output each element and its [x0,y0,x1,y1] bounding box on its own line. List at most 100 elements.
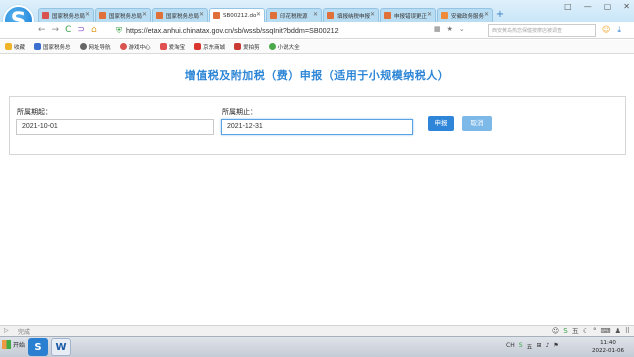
bookmark-label: 收藏 [14,44,26,51]
forward-icon[interactable]: → [52,25,60,35]
tax-bureau-icon [34,43,42,50]
url-field[interactable]: ⛨ https://etax.anhui.chinatax.gov.cn/sb/… [116,24,416,37]
tab-close-icon[interactable]: ✕ [370,11,375,18]
tab-favicon-icon [441,12,448,19]
home-icon[interactable]: ⌂ [91,25,97,35]
close-icon[interactable]: ✕ [623,2,630,11]
aipai-icon [234,43,242,50]
clock-date: 2022-01-06 [592,348,624,354]
tab-close-icon[interactable]: ✕ [256,11,261,18]
cancel-button[interactable]: 取消 [462,116,492,131]
tab-close-icon[interactable]: ✕ [85,11,90,18]
period-end-input[interactable]: 2021-12-31 [221,119,413,135]
bookmark-label: 京东商城 [203,44,226,51]
bookmark-label: 游戏中心 [128,44,151,51]
tab-label: 国家税务总局 [166,13,200,20]
apps-icon[interactable]: ⠿ [625,327,630,335]
undo-icon[interactable]: ⊃ [77,25,85,35]
bookmark-novels[interactable]: 小说大全 [268,43,300,51]
star-icon[interactable]: ★ [447,25,453,33]
novel-icon [268,43,276,50]
nav-buttons: ← → C ⊃ ⌂ [38,25,97,35]
tab-4-active[interactable]: SB00212.do ✕ [209,8,265,22]
shield-icon[interactable]: ☺ [552,327,559,335]
bookmark-taobao[interactable]: 爱淘宝 [159,43,185,51]
tab-7[interactable]: 申报错误更正 ✕ [380,8,436,22]
page-title: 增值税及附加税（费）申报（适用于小规模纳税人） [184,69,450,82]
smiley-icon[interactable]: ☺ [602,25,610,35]
period-start-input[interactable]: 2021-10-01 [16,119,214,135]
grid-icon[interactable]: ▦ [434,25,441,33]
tab-favicon-icon [270,12,277,19]
page-content: 增值税及附加税（费）申报（适用于小规模纳税人） 所属期起： 2021-10-01… [0,55,634,325]
tab-3[interactable]: 国家税务总局 ✕ [152,8,208,22]
extra-tools: ☺ ⤓ [602,25,621,35]
word-app-icon: W [55,341,67,353]
tab-favicon-icon [99,12,106,19]
bookmark-favorites[interactable]: 收藏 [5,43,25,51]
tray-browser-icon[interactable]: S [519,342,523,351]
taobao-icon [159,43,167,50]
new-tab-button[interactable]: + [494,8,506,22]
start-label: 开始 [13,342,26,349]
search-placeholder: 西安黄岛热恋保健按摩店被调查 [492,28,563,34]
bookmark-label: 爱拍剪 [243,44,260,51]
sidebar-toggle-icon[interactable]: ▷ [4,327,9,334]
skin-icon[interactable]: □ [564,2,572,11]
status-bar: ▷ 完成 ☺ S 五 ☾ ° ⌨ ♟ ⠿ [0,325,634,336]
game-icon [119,43,127,50]
status-text: 完成 [18,329,31,336]
tab-close-icon[interactable]: ✕ [427,11,432,18]
tab-close-icon[interactable]: ✕ [484,11,489,18]
minimize-icon[interactable]: — [584,2,592,11]
tab-8[interactable]: 安徽政务服务 ✕ [437,8,493,22]
search-input[interactable]: 西安黄岛热恋保健按摩店被调查 [488,24,596,37]
tab-label: SB00212.do [223,12,257,19]
star-icon [5,43,12,50]
back-icon[interactable]: ← [38,25,46,35]
bookmark-aipai[interactable]: 爱拍剪 [234,43,260,51]
url-tools: ▦ ★ ⌄ [434,25,465,33]
tab-close-icon[interactable]: ✕ [199,11,204,18]
tab-1[interactable]: 国家税务总局 ✕ [38,8,94,22]
tab-label: 填报纳税申报 [337,13,371,20]
tab-close-icon[interactable]: ✕ [313,11,318,18]
logo-icon[interactable]: S [563,327,567,335]
moon-icon[interactable]: ☾ [583,327,589,335]
bookmark-games[interactable]: 游戏中心 [119,43,151,51]
user-icon[interactable]: ♟ [615,327,621,335]
bookmark-navigation[interactable]: 网址导航 [79,43,111,51]
window-controls: □ — ▢ ✕ [564,2,630,11]
tray-ch-icon[interactable]: CH [506,342,515,351]
submit-button[interactable]: 申报 [428,116,454,131]
taskbar-clock[interactable]: 11:40 2022-01-06 [588,339,628,355]
tab-close-icon[interactable]: ✕ [142,11,147,18]
tab-2[interactable]: 国家税务总局 ✕ [95,8,151,22]
tab-5[interactable]: 印花税税源 ✕ [266,8,322,22]
tray-input-icon[interactable]: 五 [527,342,533,351]
bookmark-jd[interactable]: 京东商城 [194,43,225,51]
tray-volume-icon[interactable]: ♪ [546,342,550,351]
download-icon[interactable]: ⤓ [617,25,621,35]
dropdown-icon[interactable]: ⌄ [459,25,465,33]
tab-favicon-icon [327,12,334,19]
bookmark-label: 小说大全 [277,44,300,51]
refresh-icon[interactable]: C [65,25,71,35]
tab-6[interactable]: 填报纳税申报 ✕ [323,8,379,22]
tab-list: 国家税务总局 ✕ 国家税务总局 ✕ 国家税务总局 ✕ SB00212.do ✕ 印花税税… [38,8,506,22]
tab-label: 安徽政务服务 [451,13,485,20]
tray-network-icon[interactable]: ⊞ [537,342,542,351]
system-tray: CH S 五 ⊞ ♪ ⚑ [506,342,559,351]
tray-flag-icon[interactable]: ⚑ [553,342,558,351]
tab-bar: S 国家税务总局✕ 国家税务总局✕ 国家税务总局✕ SB00212.do✕ 印花… [0,0,634,36]
taskbar: 开始 S W CH S 五 ⊞ ♪ ⚑ 11:40 2022-01-06 [0,336,634,357]
taskbar-word-app[interactable]: W [51,338,71,356]
start-button[interactable]: 开始 [2,340,25,349]
language-icon[interactable]: 五 [572,326,579,336]
maximize-icon[interactable]: ▢ [604,2,612,11]
keyboard-icon[interactable]: ⌨ [600,327,610,335]
bookmark-tax[interactable]: 国家税务总 [34,43,71,51]
taskbar-browser-app[interactable]: S [28,338,48,356]
punctuation-icon[interactable]: ° [593,327,597,335]
bookmark-label: 网址导航 [88,44,111,51]
